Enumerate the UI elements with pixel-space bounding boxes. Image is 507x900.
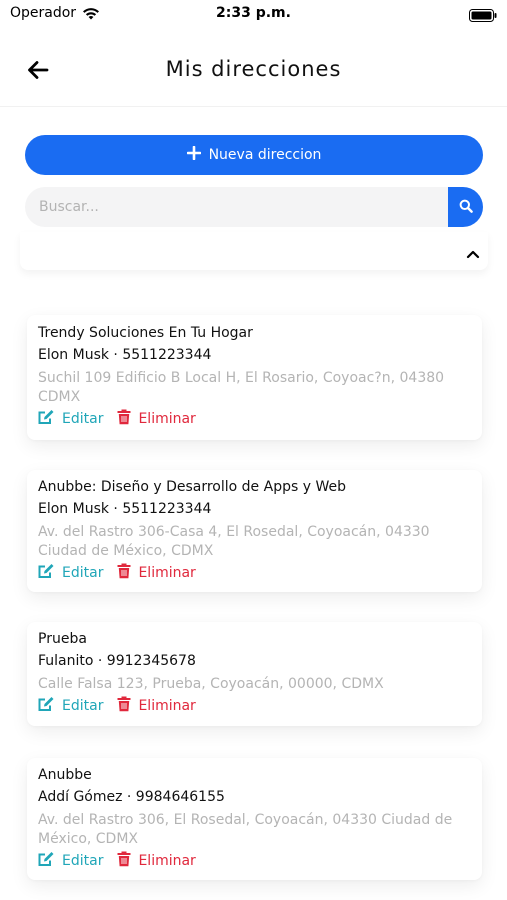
edit-button[interactable]: Editar (38, 563, 103, 583)
search-input[interactable] (25, 187, 448, 227)
edit-label: Editar (62, 411, 104, 427)
address-card: Anubbe: Diseño y Desarrollo de Apps y We… (27, 470, 482, 592)
status-time: 2:33 p.m. (216, 5, 291, 21)
search-button[interactable] (448, 187, 483, 227)
address-card: Anubbe Addí Gómez · 9984646155 Av. del R… (27, 758, 482, 880)
delete-button[interactable]: Eliminar (117, 696, 196, 716)
delete-button[interactable]: Eliminar (117, 851, 196, 871)
address-card: Trendy Soluciones En Tu Hogar Elon Musk … (27, 315, 482, 440)
delete-label: Eliminar (138, 853, 196, 869)
trash-icon (117, 409, 131, 429)
page-title: Mis direcciones (165, 57, 342, 81)
trash-icon (117, 696, 131, 716)
collapse-toggle-button[interactable] (466, 244, 482, 259)
plus-icon (186, 143, 201, 165)
edit-button[interactable]: Editar (38, 851, 103, 871)
address-text: Suchil 109 Edificio B Local H, El Rosari… (38, 370, 445, 405)
delete-button[interactable]: Eliminar (117, 563, 196, 583)
address-title: Anubbe (38, 767, 92, 783)
search-icon (459, 198, 473, 217)
address-contact: Elon Musk · 5511223344 (38, 501, 212, 517)
delete-label: Eliminar (138, 565, 196, 581)
address-title: Anubbe: Diseño y Desarrollo de Apps y We… (38, 479, 346, 495)
battery-icon (469, 7, 497, 22)
status-bar: Operador 2:33 p.m. (0, 0, 507, 28)
edit-icon (38, 696, 55, 716)
address-actions: Editar Eliminar (38, 696, 471, 716)
delete-label: Eliminar (138, 698, 196, 714)
address-actions: Editar Eliminar (38, 851, 471, 871)
edit-icon (38, 409, 55, 429)
new-address-button[interactable]: Nueva direccion (25, 135, 483, 175)
address-actions: Editar Eliminar (38, 563, 471, 583)
nav-bar: Mis direcciones (0, 40, 507, 107)
edit-icon (38, 851, 55, 871)
delete-button[interactable]: Eliminar (117, 409, 196, 429)
trash-icon (117, 563, 131, 583)
edit-label: Editar (62, 698, 104, 714)
address-actions: Editar Eliminar (38, 409, 471, 429)
delete-label: Eliminar (138, 411, 196, 427)
edit-label: Editar (62, 565, 104, 581)
new-address-label: Nueva direccion (208, 147, 322, 163)
address-contact: Addí Gómez · 9984646155 (38, 789, 225, 805)
address-card: Prueba Fulanito · 9912345678 Calle Falsa… (27, 622, 482, 726)
chevron-up-icon (466, 244, 480, 263)
edit-button[interactable]: Editar (38, 409, 103, 429)
address-text: Calle Falsa 123, Prueba, Coyoacán, 00000… (38, 676, 384, 692)
trash-icon (117, 851, 131, 871)
search-bar (25, 187, 483, 227)
address-text: Av. del Rastro 306, El Rosedal, Coyoacán… (38, 812, 453, 847)
edit-label: Editar (62, 853, 104, 869)
edit-button[interactable]: Editar (38, 696, 103, 716)
filter-collapse-panel (20, 232, 488, 270)
screen: Operador 2:33 p.m. Mis direcciones Nueva… (0, 0, 507, 900)
address-text: Av. del Rastro 306-Casa 4, El Rosedal, C… (38, 524, 430, 559)
address-title: Trendy Soluciones En Tu Hogar (38, 325, 253, 341)
address-contact: Fulanito · 9912345678 (38, 653, 196, 669)
edit-icon (38, 563, 55, 583)
address-contact: Elon Musk · 5511223344 (38, 347, 212, 363)
address-title: Prueba (38, 631, 87, 647)
